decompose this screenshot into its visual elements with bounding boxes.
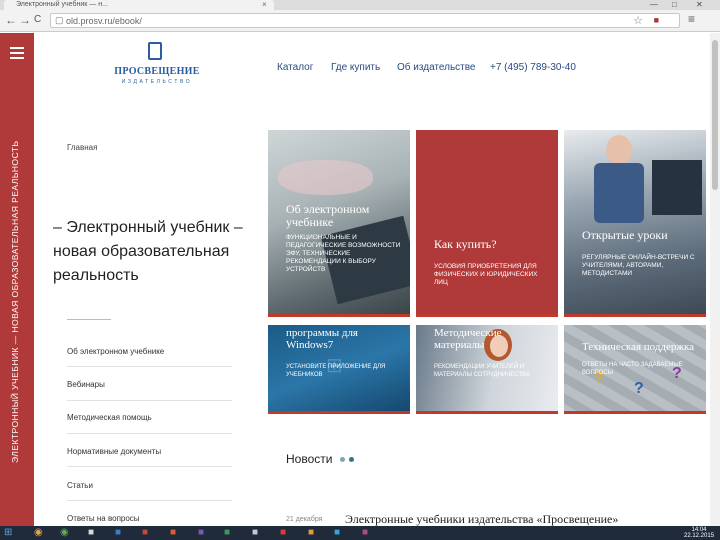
tile-technical-support[interactable]: ? ? ? Техническая поддержка Ответы на ча…: [564, 325, 706, 414]
menu-divider: [67, 400, 232, 401]
minimize-window-button[interactable]: —: [650, 0, 658, 10]
tile-text: Ответы на часто задаваемые вопросы: [582, 362, 683, 376]
tile-accent-bar: [268, 314, 410, 317]
tile-title: Методические материалы: [434, 327, 502, 351]
url-text[interactable]: old.prosv.ru/ebook/: [66, 15, 142, 27]
page-title: – Электронный учебник – новая образовате…: [53, 219, 243, 284]
maximize-window-button[interactable]: □: [672, 0, 677, 10]
tile-title: программы для Windows7: [286, 327, 358, 351]
menu-about-ebook[interactable]: Об электронном учебнике: [67, 347, 232, 356]
logo-subtitle: ИЗДАТЕЛЬСТВО: [121, 79, 193, 85]
tile-accent-bar: [564, 314, 706, 317]
tile-windows7-programs[interactable]: ⊞ программы для Windows7 Установите прил…: [268, 325, 410, 414]
back-button[interactable]: ←: [5, 13, 17, 27]
tile-text: Регулярные онлайн-встречи с учителями, а…: [582, 254, 695, 277]
tile-accent-bar: [416, 314, 558, 317]
question-mark-icon: ?: [634, 380, 644, 397]
tile-accent-bar: [268, 411, 410, 414]
menu-faq[interactable]: Ответы на вопросы: [67, 514, 232, 523]
tile-accent-bar: [416, 411, 558, 414]
taskbar-app-icon[interactable]: ◉: [34, 527, 43, 539]
browser-tabstrip: Электронный учебник — н... × — □ ✕: [0, 0, 720, 10]
taskbar-app-icon[interactable]: ■: [88, 527, 94, 539]
reload-button[interactable]: C: [34, 13, 41, 27]
tile-title: Об электронном учебнике: [286, 202, 370, 229]
taskbar-app-icon[interactable]: ■: [362, 527, 368, 539]
menu-divider: [67, 366, 232, 367]
tile-methodical-materials[interactable]: Методические материалы Рекомендации учит…: [416, 325, 558, 414]
menu-divider: [67, 433, 232, 434]
tab-close-icon[interactable]: ×: [262, 0, 267, 10]
menu-divider: [67, 500, 232, 501]
tile-accent-bar: [564, 411, 706, 414]
browser-tab[interactable]: Электронный учебник — н... ×: [4, 0, 274, 10]
nav-about-publisher[interactable]: Об издательстве: [397, 62, 476, 73]
screen-shape: [652, 160, 702, 215]
menu-regulations[interactable]: Нормативные документы: [67, 447, 232, 456]
taskbar-app-icon[interactable]: ◉: [60, 527, 69, 539]
menu-methodical-help[interactable]: Методическая помощь: [67, 413, 232, 422]
nav-where-to-buy[interactable]: Где купить: [331, 62, 380, 73]
news-heading: Новости: [286, 452, 333, 466]
teacher-head-shape: [606, 135, 632, 165]
extension-icon[interactable]: ■: [654, 15, 659, 25]
taskbar-app-icon[interactable]: ■: [334, 527, 340, 539]
clock-date: 22.12.2015: [684, 533, 715, 539]
tile-about-ebook[interactable]: Об электронном учебнике Функциональные и…: [268, 130, 410, 317]
prosveshchenie-logo[interactable]: ПРОСВЕЩЕНИЕ ИЗДАТЕЛЬСТВО: [112, 42, 202, 88]
taskbar-app-icon[interactable]: ■: [198, 527, 204, 539]
news-item-title[interactable]: Электронные учебники издательства «Просв…: [345, 512, 618, 527]
logo-mark-icon: [148, 42, 162, 60]
taskbar-app-icon[interactable]: ■: [115, 527, 121, 539]
vertical-tagline: ЭЛЕКТРОННЫЙ УЧЕБНИК — НОВАЯ ОБРАЗОВАТЕЛЬ…: [10, 140, 20, 463]
close-window-button[interactable]: ✕: [696, 0, 703, 10]
breadcrumb[interactable]: Главная: [67, 143, 97, 152]
bookmark-star-icon[interactable]: ☆: [633, 14, 643, 27]
browser-toolbar: ← → C ▢ old.prosv.ru/ebook/ ☆ ■: [0, 10, 720, 32]
taskbar-app-icon[interactable]: ■: [224, 527, 230, 539]
tile-text: Условия приобретения для физических и юр…: [434, 263, 538, 286]
forward-button[interactable]: →: [19, 13, 31, 27]
address-bar[interactable]: ▢ old.prosv.ru/ebook/ ☆ ■: [50, 13, 680, 28]
news-dot-icon[interactable]: [340, 457, 345, 462]
tile-title: Техническая поддержка: [582, 341, 695, 353]
windows-taskbar: [0, 526, 720, 540]
hamburger-menu-icon[interactable]: [10, 47, 24, 62]
scrollbar-thumb[interactable]: [712, 40, 718, 190]
tile-text: Рекомендации учителей и материалы сотруд…: [434, 364, 530, 378]
taskbar-clock[interactable]: 14:04 22.12.2015: [684, 527, 714, 539]
taskbar-app-icon[interactable]: ■: [280, 527, 286, 539]
teacher-body-shape: [594, 163, 644, 223]
side-banner: ЭЛЕКТРОННЫЙ УЧЕБНИК — НОВАЯ ОБРАЗОВАТЕЛЬ…: [0, 33, 34, 526]
browser-menu-icon[interactable]: ≡: [688, 12, 695, 26]
taskbar-app-icon[interactable]: ■: [252, 527, 258, 539]
nav-phone[interactable]: +7 (495) 789-30-40: [490, 62, 576, 73]
tile-text: Установите приложение для учебников: [286, 364, 386, 378]
nav-catalog[interactable]: Каталог: [277, 62, 313, 73]
tile-title: Открытые уроки: [582, 228, 668, 242]
title-divider: [67, 319, 111, 320]
tile-how-to-buy[interactable]: Как купить? Условия приобретения для физ…: [416, 130, 558, 317]
taskbar-app-icon[interactable]: ■: [308, 527, 314, 539]
taskbar-app-icon[interactable]: ■: [142, 527, 148, 539]
news-date: 21 декабря: [286, 516, 323, 523]
tile-open-lessons[interactable]: Открытые уроки Регулярные онлайн-встречи…: [564, 130, 706, 317]
tile-title: Как купить?: [434, 237, 497, 251]
news-dot-icon[interactable]: [349, 457, 354, 462]
menu-divider: [67, 466, 232, 467]
start-button-icon[interactable]: ⊞: [4, 527, 12, 539]
tile-text: Функциональные и педагогические возможно…: [286, 234, 401, 273]
tile-photo-shape: [278, 160, 373, 195]
page-icon: ▢: [55, 15, 64, 25]
menu-webinars[interactable]: Вебинары: [67, 380, 232, 389]
taskbar-app-icon[interactable]: ■: [170, 527, 176, 539]
menu-articles[interactable]: Статьи: [67, 481, 232, 490]
tab-title: Электронный учебник — н...: [16, 1, 108, 8]
logo-name: ПРОСВЕЩЕНИЕ: [114, 66, 200, 77]
